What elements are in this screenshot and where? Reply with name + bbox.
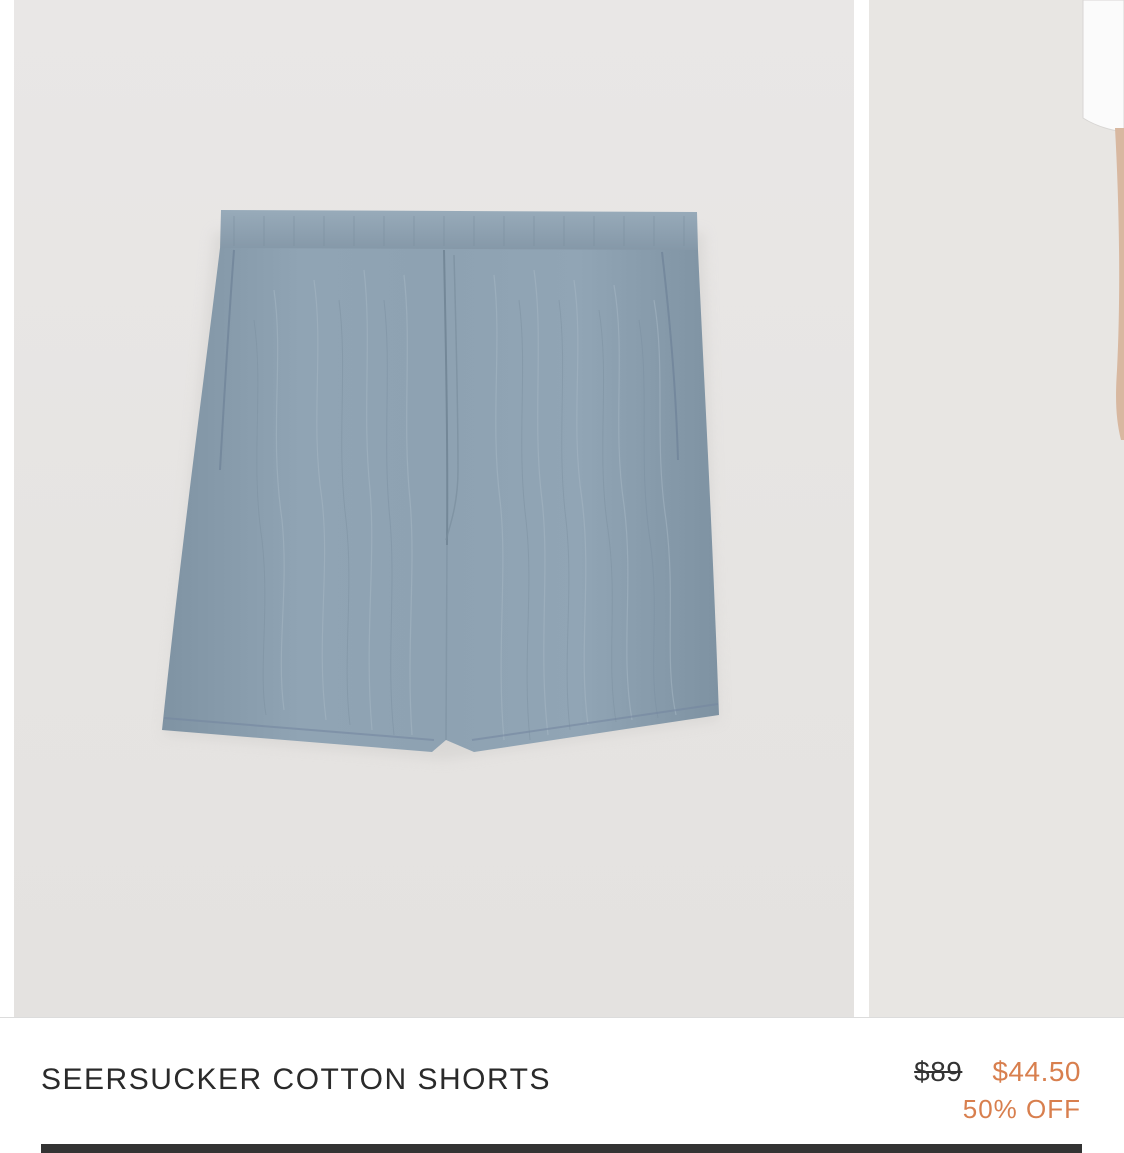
price-row: $89 $44.50 — [914, 1056, 1081, 1088]
price-block: $89 $44.50 50% OFF — [914, 1056, 1081, 1125]
product-image-next[interactable] — [869, 0, 1124, 1017]
product-image-main[interactable] — [14, 0, 854, 1017]
model-image — [1082, 0, 1124, 440]
product-image-carousel[interactable] — [0, 0, 1124, 1017]
sale-price: $44.50 — [992, 1056, 1081, 1087]
product-title[interactable]: SEERSUCKER COTTON SHORTS — [41, 1063, 551, 1097]
discount-badge: 50% OFF — [962, 1094, 1081, 1124]
product-info-bar: SEERSUCKER COTTON SHORTS $89 $44.50 50% O… — [0, 1017, 1124, 1153]
shorts-image — [162, 210, 719, 760]
original-price: $89 — [914, 1056, 963, 1087]
